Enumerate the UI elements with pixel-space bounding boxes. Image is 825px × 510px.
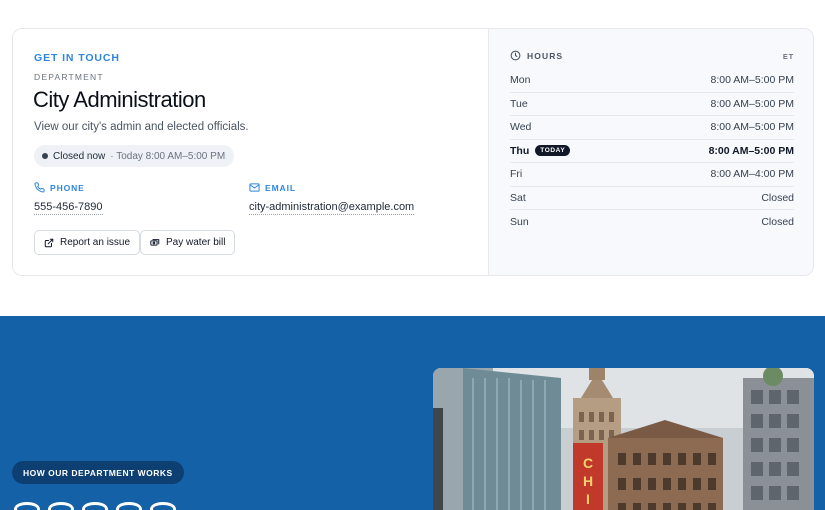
how-it-works-pill: HOW OUR DEPARTMENT WORKS <box>12 461 184 484</box>
svg-text:I: I <box>586 491 590 507</box>
section-heading-fragment <box>14 502 176 510</box>
hours-row-fri: Fri 8:00 AM–4:00 PM <box>510 163 794 187</box>
contact-card-main: GET IN TOUCH DEPARTMENT City Administrat… <box>13 29 488 275</box>
hours-day: Tue <box>510 97 528 110</box>
money-icon <box>150 238 160 246</box>
status-today-hours: · Today 8:00 AM–5:00 PM <box>110 150 226 162</box>
status-badge: Closed now · Today 8:00 AM–5:00 PM <box>34 145 235 167</box>
external-link-icon <box>44 238 54 247</box>
hours-row-wed: Wed 8:00 AM–5:00 PM <box>510 116 794 140</box>
svg-text:C: C <box>583 455 593 471</box>
hours-row-mon: Mon 8:00 AM–5:00 PM <box>510 69 794 93</box>
contact-card: GET IN TOUCH DEPARTMENT City Administrat… <box>12 28 814 276</box>
phone-link[interactable]: 555-456-7890 <box>34 201 103 215</box>
pay-water-bill-button[interactable]: Pay water bill <box>140 230 236 255</box>
email-block: EMAIL city-administration@example.com <box>249 182 415 215</box>
hours-time: 8:00 AM–5:00 PM <box>710 121 794 134</box>
department-label: DEPARTMENT <box>34 72 104 82</box>
svg-text:H: H <box>583 473 593 489</box>
hours-heading: HOURS <box>527 50 564 61</box>
mail-icon <box>249 183 260 192</box>
hours-list: Mon 8:00 AM–5:00 PM Tue 8:00 AM–5:00 PM … <box>510 69 794 234</box>
hours-day: Thu <box>510 144 530 157</box>
report-issue-label: Report an issue <box>60 237 131 248</box>
pay-water-bill-label: Pay water bill <box>166 237 226 248</box>
status-dot-icon <box>42 153 48 159</box>
hours-time: Closed <box>761 191 794 204</box>
hours-day: Fri <box>510 168 523 181</box>
page-title: City Administration <box>33 87 206 112</box>
status-text: Closed now <box>53 150 106 162</box>
email-label: EMAIL <box>265 182 296 193</box>
report-issue-button[interactable]: Report an issue <box>34 230 141 255</box>
timezone-label: ET <box>782 52 794 61</box>
hours-row-sat: Sat Closed <box>510 187 794 210</box>
phone-label: PHONE <box>50 182 85 193</box>
eyebrow-label: GET IN TOUCH <box>34 52 120 64</box>
hours-time: 8:00 AM–4:00 PM <box>710 168 794 181</box>
hours-day: Sat <box>510 191 526 204</box>
clock-icon <box>510 50 521 61</box>
hours-time: 8:00 AM–5:00 PM <box>710 74 794 87</box>
hours-panel: HOURS ET Mon 8:00 AM–5:00 PM Tue 8:00 AM… <box>488 29 813 275</box>
email-link[interactable]: city-administration@example.com <box>249 201 415 215</box>
today-badge: TODAY <box>535 145 571 157</box>
hours-time: 8:00 AM–5:00 PM <box>708 144 794 157</box>
city-skyline-image: C H I <box>433 368 814 510</box>
hours-row-sun: Sun Closed <box>510 210 794 234</box>
hours-day: Wed <box>510 121 532 134</box>
department-description: View our city's admin and elected offici… <box>34 121 249 133</box>
phone-block: PHONE 555-456-7890 <box>34 182 103 215</box>
hours-time: 8:00 AM–5:00 PM <box>710 97 794 110</box>
hours-row-thu: Thu TODAY 8:00 AM–5:00 PM <box>510 140 794 163</box>
hours-time: Closed <box>761 215 794 228</box>
phone-icon <box>34 182 45 193</box>
hours-day: Sun <box>510 215 529 228</box>
hours-day: Mon <box>510 74 531 87</box>
hours-row-tue: Tue 8:00 AM–5:00 PM <box>510 93 794 116</box>
how-it-works-section: HOW OUR DEPARTMENT WORKS C H I <box>0 316 825 510</box>
city-buildings-photo: C H I <box>433 368 814 510</box>
